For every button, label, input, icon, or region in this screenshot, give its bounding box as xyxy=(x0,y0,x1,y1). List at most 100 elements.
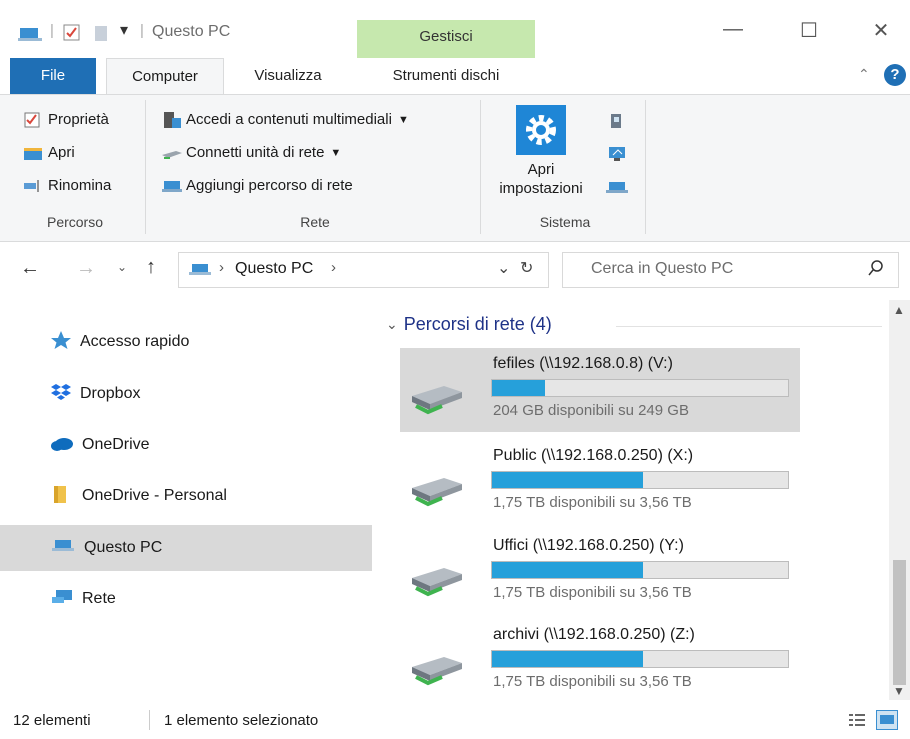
map-network-drive-label: Connetti unità di rete xyxy=(186,144,325,161)
checkbox-icon xyxy=(24,112,42,128)
group-label-sistema: Sistema xyxy=(539,214,591,230)
large-icons-view-icon[interactable] xyxy=(876,710,898,730)
status-bar xyxy=(0,702,910,739)
window-title: Questo PC xyxy=(152,23,231,40)
address-bar[interactable]: › Questo PC › ⌄ ↻ xyxy=(178,252,549,288)
refresh-icon[interactable]: ↻ xyxy=(520,258,533,278)
capacity-bar xyxy=(491,379,789,397)
network-icon xyxy=(50,588,74,611)
network-location-icon xyxy=(162,178,182,194)
help-icon[interactable]: ? xyxy=(884,64,906,86)
drive-name: Uffici (\\192.168.0.250) (Y:) xyxy=(493,537,684,554)
back-button[interactable]: ← xyxy=(20,257,40,280)
nav-label: Rete xyxy=(82,590,116,607)
network-drive-icon xyxy=(162,145,182,161)
tab-file[interactable]: File xyxy=(10,58,96,94)
chevron-down-icon: ▼ xyxy=(397,113,409,126)
capacity-bar-fill xyxy=(492,651,643,667)
new-folder-icon[interactable] xyxy=(93,24,111,46)
nav-item-accesso-rapido[interactable]: Accesso rapido xyxy=(0,319,372,365)
scroll-down-icon[interactable]: ▼ xyxy=(893,684,905,698)
group-label-rete: Rete xyxy=(300,214,330,230)
nav-item-questo-pc[interactable]: Questo PC xyxy=(0,525,372,571)
computer-icon xyxy=(52,537,76,560)
properties-label: Proprietà xyxy=(48,111,109,128)
drive-item[interactable]: Public (\\192.168.0.250) (X:) 1,75 TB di… xyxy=(400,440,800,524)
capacity-bar-fill xyxy=(492,562,643,578)
capacity-bar-fill xyxy=(492,380,546,396)
status-separator xyxy=(149,710,150,730)
drive-name: Public (\\192.168.0.250) (X:) xyxy=(493,447,694,464)
drive-item[interactable]: fefiles (\\192.168.0.8) (V:) 204 GB disp… xyxy=(400,348,800,432)
minimize-button[interactable]: — xyxy=(710,18,756,48)
breadcrumb[interactable]: Questo PC xyxy=(235,260,313,278)
cloud-icon xyxy=(50,434,74,457)
up-button[interactable]: ↑ xyxy=(146,256,156,279)
access-media-label: Accedi a contenuti multimediali xyxy=(186,111,392,128)
capacity-bar xyxy=(491,561,789,579)
open-button[interactable]: Apri xyxy=(24,144,75,161)
tab-strumenti-dischi[interactable]: Strumenti dischi xyxy=(357,58,535,94)
details-view-icon[interactable] xyxy=(848,712,866,732)
scrollbar-thumb[interactable] xyxy=(893,560,906,685)
group-header-rule xyxy=(616,326,882,327)
search-box[interactable]: Cerca in Questo PC xyxy=(562,252,899,288)
nav-item-onedrive[interactable]: OneDrive xyxy=(0,422,372,468)
manage-computer-icon[interactable] xyxy=(606,180,628,200)
nav-label: Questo PC xyxy=(84,539,163,556)
access-media-button[interactable]: Accedi a contenuti multimediali ▼ xyxy=(162,111,409,128)
chevron-down-icon: ⌄ xyxy=(386,316,398,332)
close-button[interactable]: ✕ xyxy=(858,18,904,48)
forward-button[interactable]: → xyxy=(76,257,96,280)
customize-qat-icon[interactable]: ▾ xyxy=(120,20,128,40)
uninstall-program-icon[interactable] xyxy=(608,112,626,134)
separator: | xyxy=(50,22,54,39)
group-header-label: Percorsi di rete (4) xyxy=(403,314,552,334)
address-dropdown-icon[interactable]: ⌄ xyxy=(497,258,510,278)
search-input[interactable]: Cerca in Questo PC xyxy=(591,260,733,278)
tab-visualizza[interactable]: Visualizza xyxy=(228,58,348,94)
open-settings-button[interactable] xyxy=(516,105,566,155)
properties-icon[interactable] xyxy=(63,24,81,46)
capacity-bar xyxy=(491,650,789,668)
search-icon[interactable] xyxy=(867,259,885,281)
capacity-bar xyxy=(491,471,789,489)
nav-label: OneDrive xyxy=(82,436,150,453)
computer-icon xyxy=(189,261,211,283)
rename-button[interactable]: Rinomina xyxy=(24,177,111,194)
group-separator xyxy=(480,100,481,234)
open-settings-label-line2: impostazioni xyxy=(499,180,583,197)
group-header[interactable]: ⌄ Percorsi di rete (4) xyxy=(386,314,552,335)
network-drive-icon xyxy=(408,647,464,691)
drive-item[interactable]: Uffici (\\192.168.0.250) (Y:) 1,75 TB di… xyxy=(400,530,800,614)
properties-button[interactable]: Proprietà xyxy=(24,111,109,128)
breadcrumb-chevron-icon[interactable]: › xyxy=(331,259,336,276)
scroll-up-icon[interactable]: ▲ xyxy=(893,303,905,317)
rename-label: Rinomina xyxy=(48,177,112,194)
nav-item-rete[interactable]: Rete xyxy=(0,576,372,622)
status-selection: 1 elemento selezionato xyxy=(164,712,319,729)
minimize-ribbon-icon[interactable]: ⌃ xyxy=(858,66,870,83)
drive-free-space: 1,75 TB disponibili su 3,56 TB xyxy=(493,494,692,511)
computer-icon[interactable] xyxy=(18,24,42,48)
network-drive-icon xyxy=(408,376,464,420)
status-item-count: 12 elementi xyxy=(13,712,91,729)
tab-computer[interactable]: Computer xyxy=(106,58,224,95)
nav-label: Dropbox xyxy=(80,385,141,402)
group-separator xyxy=(145,100,146,234)
nav-item-onedrive-personal[interactable]: OneDrive - Personal xyxy=(0,473,372,519)
network-drive-icon xyxy=(408,468,464,512)
folder-icon xyxy=(52,484,72,509)
add-network-location-button[interactable]: Aggiungi percorso di rete xyxy=(162,177,353,194)
nav-item-dropbox[interactable]: Dropbox xyxy=(0,371,372,417)
capacity-bar-fill xyxy=(492,472,643,488)
breadcrumb-chevron-icon[interactable]: › xyxy=(219,259,224,276)
maximize-button[interactable]: ☐ xyxy=(786,18,832,48)
recent-locations-icon[interactable]: ⌄ xyxy=(117,260,127,274)
drive-item[interactable]: archivi (\\192.168.0.250) (Z:) 1,75 TB d… xyxy=(400,619,800,703)
drive-name: archivi (\\192.168.0.250) (Z:) xyxy=(493,626,695,643)
map-network-drive-button[interactable]: Connetti unità di rete ▼ xyxy=(162,144,341,161)
system-properties-icon[interactable] xyxy=(608,145,628,167)
gear-icon xyxy=(526,115,556,145)
context-tab-group-label: Gestisci xyxy=(419,28,473,45)
